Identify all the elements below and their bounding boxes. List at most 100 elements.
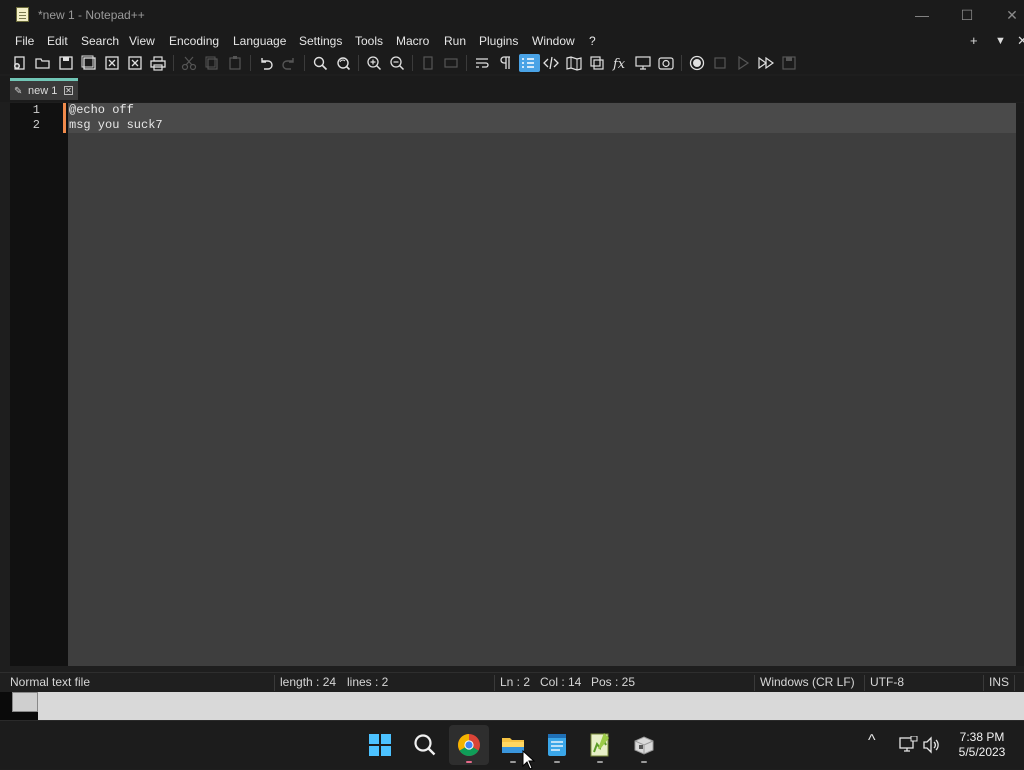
- redo-icon[interactable]: [280, 54, 298, 72]
- menu-view[interactable]: View: [129, 34, 155, 48]
- stop-macro-icon[interactable]: [711, 54, 729, 72]
- status-insert-mode[interactable]: INS: [989, 675, 1009, 689]
- background-window: [38, 692, 1024, 720]
- menu-search[interactable]: Search: [81, 34, 119, 48]
- copy-icon[interactable]: [203, 54, 221, 72]
- word-wrap-icon[interactable]: [473, 54, 491, 72]
- status-encoding[interactable]: UTF-8: [870, 675, 904, 689]
- status-bar: Normal text file length : 24 lines : 2 L…: [0, 672, 1024, 693]
- close-window-button[interactable]: ✕: [1000, 4, 1024, 26]
- cut-icon[interactable]: [180, 54, 198, 72]
- menu-window[interactable]: Window: [532, 34, 575, 48]
- menu-macro[interactable]: Macro: [396, 34, 429, 48]
- find-icon[interactable]: [311, 54, 329, 72]
- tab-strip: ✎ new 1 ✕: [0, 76, 1024, 102]
- taskbar-notepad-plus-plus[interactable]: [580, 725, 620, 765]
- running-indicator: [597, 761, 603, 763]
- close-icon[interactable]: [103, 54, 121, 72]
- show-all-chars-icon[interactable]: [496, 54, 514, 72]
- taskbar-search-button[interactable]: [405, 725, 445, 765]
- mouse-cursor-icon: [522, 750, 536, 770]
- change-history-marker: [63, 103, 66, 133]
- notepad-plus-plus-icon: [590, 733, 609, 757]
- status-divider: [274, 675, 275, 691]
- language-xml-icon[interactable]: [542, 54, 560, 72]
- clone-icon[interactable]: [588, 54, 606, 72]
- run-macro-multiple-icon[interactable]: [757, 54, 775, 72]
- running-indicator: [641, 761, 647, 763]
- save-macro-icon[interactable]: [780, 54, 798, 72]
- paste-icon[interactable]: [226, 54, 244, 72]
- menu-language[interactable]: Language: [233, 34, 286, 48]
- new-file-icon[interactable]: [11, 54, 29, 72]
- close-tab-x-icon[interactable]: ✕: [1017, 33, 1024, 49]
- editor-pane[interactable]: 1 2 @echo off msg you suck7: [10, 103, 1016, 666]
- vertical-scrollbar[interactable]: [1016, 103, 1024, 666]
- status-col: Col : 14: [540, 675, 582, 689]
- clock-date: 5/5/2023: [958, 745, 1006, 759]
- record-macro-icon[interactable]: [688, 54, 706, 72]
- status-pos: Pos : 25: [591, 675, 636, 689]
- menu-settings[interactable]: Settings: [299, 34, 342, 48]
- maximize-button[interactable]: ☐: [955, 4, 979, 26]
- function-list-icon[interactable]: fx: [611, 54, 629, 72]
- status-file-type: Normal text file: [10, 675, 91, 689]
- notepad-icon: [548, 734, 566, 756]
- menu-file[interactable]: File: [15, 34, 34, 48]
- tab-new-1[interactable]: ✎ new 1 ✕: [10, 78, 78, 100]
- screenshot-icon[interactable]: [657, 54, 675, 72]
- sync-horizontal-icon[interactable]: [442, 54, 460, 72]
- replace-icon[interactable]: [334, 54, 352, 72]
- close-all-icon[interactable]: [126, 54, 144, 72]
- save-all-icon[interactable]: [80, 54, 98, 72]
- toolbar: fx: [0, 52, 1024, 74]
- search-icon: [414, 734, 436, 756]
- modified-pencil-icon: ✎: [14, 86, 23, 97]
- status-lines: lines : 2: [347, 675, 389, 689]
- undo-icon[interactable]: [257, 54, 275, 72]
- zoom-in-icon[interactable]: [365, 54, 383, 72]
- minimize-button[interactable]: —: [910, 4, 934, 26]
- sync-vertical-icon[interactable]: [419, 54, 437, 72]
- status-divider: [494, 675, 495, 691]
- system-clock[interactable]: 7:38 PM 5/5/2023: [950, 730, 1014, 760]
- indent-guide-icon[interactable]: [519, 54, 540, 72]
- toolbar-separator: [466, 55, 467, 71]
- status-eol[interactable]: Windows (CR LF): [760, 675, 855, 689]
- zoom-out-icon[interactable]: [388, 54, 406, 72]
- tab-list-dropdown-icon[interactable]: ▼: [995, 35, 1006, 47]
- menu-help[interactable]: ?: [589, 34, 596, 48]
- text-area[interactable]: @echo off msg you suck7: [68, 103, 1016, 666]
- tray-chevron-icon[interactable]: ^: [868, 732, 876, 750]
- monitor-icon[interactable]: [634, 54, 652, 72]
- code-line-1[interactable]: @echo off: [68, 103, 1016, 118]
- network-icon[interactable]: [898, 736, 918, 754]
- play-macro-icon[interactable]: [734, 54, 752, 72]
- menu-edit[interactable]: Edit: [47, 34, 68, 48]
- print-icon[interactable]: [149, 54, 167, 72]
- notepad-plus-plus-app-icon: [16, 7, 29, 22]
- toolbar-separator: [250, 55, 251, 71]
- line-number-gutter: 1 2: [10, 103, 68, 666]
- status-divider: [1014, 675, 1015, 691]
- taskbar-chrome[interactable]: [449, 725, 489, 765]
- status-divider: [754, 675, 755, 691]
- code-line-2[interactable]: msg you suck7: [68, 118, 1016, 133]
- running-indicator: [554, 761, 560, 763]
- new-tab-plus-icon[interactable]: +: [970, 33, 978, 48]
- menu-plugins[interactable]: Plugins: [479, 34, 518, 48]
- taskbar-generic-app[interactable]: [624, 725, 664, 765]
- start-button[interactable]: [360, 725, 400, 765]
- volume-icon[interactable]: [922, 736, 942, 754]
- menu-tools[interactable]: Tools: [355, 34, 383, 48]
- running-indicator: [510, 761, 516, 763]
- taskbar-notepad[interactable]: [537, 725, 577, 765]
- tab-close-icon[interactable]: ✕: [64, 86, 73, 95]
- open-file-icon[interactable]: [34, 54, 52, 72]
- document-map-icon[interactable]: [565, 54, 583, 72]
- toolbar-separator: [681, 55, 682, 71]
- save-icon[interactable]: [57, 54, 75, 72]
- code-line-text: msg you suck7: [69, 118, 163, 132]
- menu-run[interactable]: Run: [444, 34, 466, 48]
- menu-encoding[interactable]: Encoding: [169, 34, 219, 48]
